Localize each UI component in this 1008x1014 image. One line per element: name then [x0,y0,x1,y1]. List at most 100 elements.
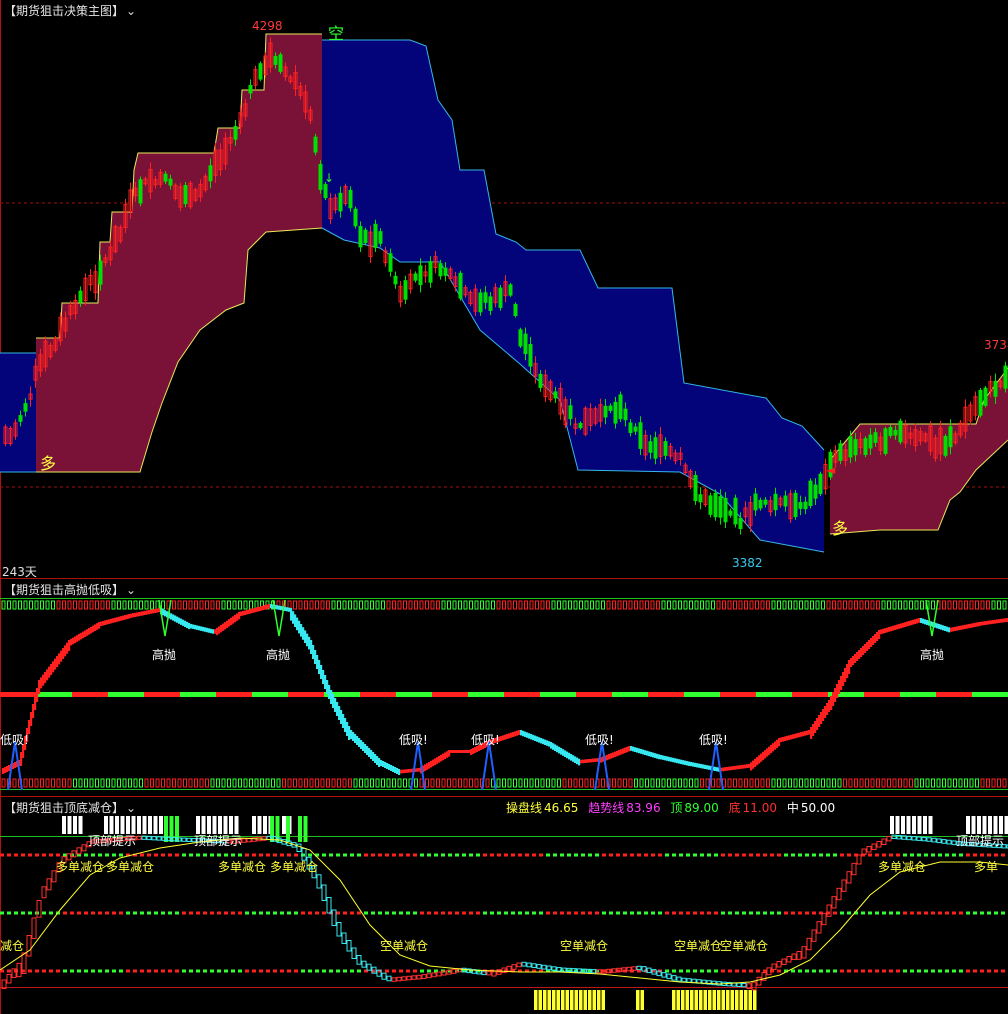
oscillator-segment [960,625,963,630]
oscillator-segment [818,715,821,727]
top-bottom-panel [0,816,1008,1010]
candle-body [508,284,513,296]
bottom-hint-bar [636,990,640,1010]
oscillator-segment [192,624,195,629]
oscillator-segment [428,762,431,769]
chevron-down-icon[interactable]: ⌄ [126,4,136,18]
bottom-tick [903,778,908,788]
oscillator-segment [700,764,703,769]
candle-body [738,517,743,530]
oscillator-segment [466,750,469,753]
candle-body [693,475,698,502]
candle-body [378,231,383,244]
oscillator-segment [826,703,829,715]
top-tick [392,600,396,610]
top-tick [788,600,792,610]
candle-body [168,178,173,186]
oscillator-segment [232,616,235,624]
bottom-tick [78,778,83,788]
oscillator-segment [344,718,347,732]
top-tick [95,600,99,610]
top-tick [947,600,952,610]
oscillator-segment [922,618,925,624]
bottom-tick [837,778,842,788]
bottom-tick [898,778,902,788]
oscillator-segment [214,629,217,634]
panel2-title[interactable]: 【期货狙击高抛低吸】 ⌄ [2,581,139,598]
top-tick [375,600,380,610]
top-tick [876,600,880,610]
bottom-tick [298,778,303,788]
bottom-tick [788,778,792,788]
oscillator-segment [56,656,59,667]
candle-body [438,263,443,277]
oscillator-segment [824,706,827,718]
oscillator-segment [454,750,457,753]
oscillator-segment [566,751,569,759]
oscillator-segment [620,749,623,755]
bottom-tick [56,778,61,788]
top-tick [194,600,198,610]
stepped-bar [156,836,162,841]
bottom-hint-bar [583,990,587,1010]
stepped-bar [756,976,762,986]
bottom-tick [744,778,748,788]
bottom-tick [590,778,594,788]
oscillator-segment [590,758,593,763]
stepped-bar [336,922,342,937]
chevron-down-icon[interactable]: ⌄ [126,583,136,597]
top-tick [249,600,253,610]
oscillator-segment [90,626,93,634]
stepped-bar [671,975,677,981]
bottom-tick [854,778,858,788]
oscillator-segment [328,685,331,699]
long-reduce-label: 多单减仓 [878,860,927,874]
candle-body [708,495,713,515]
oscillator-segment [86,629,89,636]
high-sell-label: 高抛 [266,648,291,662]
oscillator-segment [326,680,329,694]
oscillator-segment [526,732,529,738]
oscillator-segment [552,743,555,750]
oscillator-segment [688,761,691,766]
top-hint-bar [282,816,286,834]
bottom-tick [463,778,468,788]
chevron-down-icon[interactable]: ⌄ [126,801,136,815]
mid-band-segment [900,692,936,697]
candle-body [313,136,318,153]
candle-body [553,391,558,399]
bottom-tick [766,778,770,788]
oscillator-segment [366,746,369,755]
bottom-tick [95,778,99,788]
bottom-hint-bar [534,990,538,1010]
top-tick [1,600,6,610]
oscillator-segment [396,768,399,774]
oscillator-segment [596,758,599,762]
readout-label-3: 顶 [670,801,683,815]
oscillator-segment [882,628,885,634]
stepped-bar [886,836,892,842]
oscillator-segment [514,731,517,737]
candle-body [163,173,168,182]
bottom-tick [447,778,451,788]
bottom-tick [386,778,391,788]
top-tick [997,600,1001,610]
readout-label-5: 中 [786,801,799,815]
oscillator-segment [714,766,717,771]
top-tick [837,600,842,610]
candle-body [568,405,573,420]
oscillator-segment [138,612,141,617]
oscillator-segment [174,615,177,622]
top-tick [958,600,963,610]
oscillator-segment [150,609,153,614]
oscillator-segment [170,613,173,620]
bottom-tick [392,778,396,788]
oscillator-segment [790,734,793,740]
panel1-title[interactable]: 【期货狙击决策主图】 ⌄ [2,2,139,19]
panel3-title[interactable]: 【期货狙击顶底减仓】 ⌄ [2,799,139,816]
oscillator-segment [108,619,111,624]
bottom-hint-bar [556,990,560,1010]
oscillator-segment [562,749,565,756]
low-price-label: 3382 [732,556,763,570]
top-tick [617,600,622,610]
